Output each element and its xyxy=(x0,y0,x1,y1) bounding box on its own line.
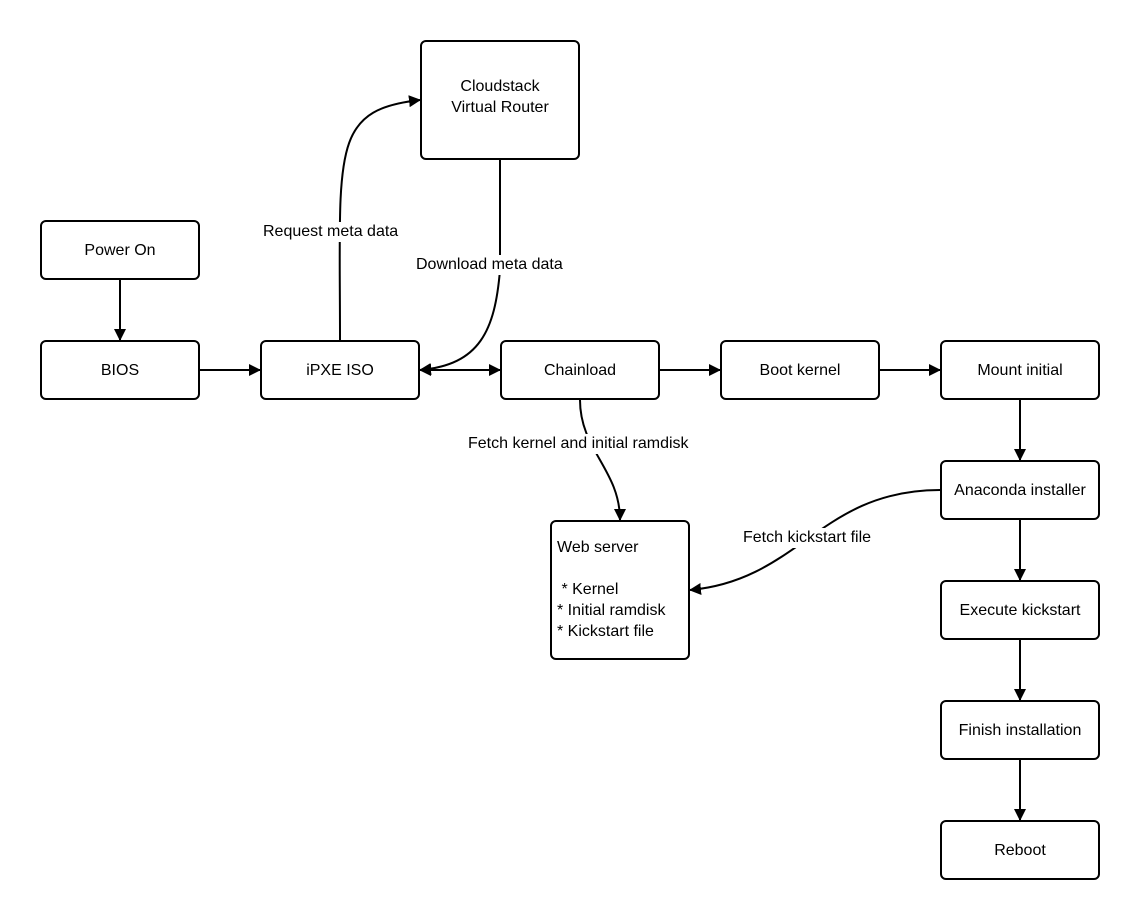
edge-label-request-meta: Request meta data xyxy=(261,222,401,242)
node-reboot[interactable]: Reboot xyxy=(940,820,1100,880)
node-label-line2: Virtual Router xyxy=(451,99,549,116)
node-ipxe-iso[interactable]: iPXE ISO xyxy=(260,340,420,400)
node-label: Execute kickstart xyxy=(959,601,1081,619)
node-label-line1: Cloudstack xyxy=(460,78,540,95)
node-label: Mount initial xyxy=(977,361,1063,379)
edge-ipxe-cloudstack xyxy=(338,95,421,341)
node-finish-installation[interactable]: Finish installation xyxy=(940,700,1100,760)
node-execute-kickstart[interactable]: Execute kickstart xyxy=(940,580,1100,640)
edge-label-download-meta: Download meta data xyxy=(414,255,565,275)
node-label: Anaconda installer xyxy=(954,481,1086,499)
node-anaconda-installer[interactable]: Anaconda installer xyxy=(940,460,1100,520)
node-boot-kernel[interactable]: Boot kernel xyxy=(720,340,880,400)
edge-chainload-webserver xyxy=(579,399,626,521)
edge-label-fetch-kernel: Fetch kernel and initial ramdisk xyxy=(466,434,691,454)
edge-label-fetch-kickstart: Fetch kickstart file xyxy=(741,528,874,548)
list-item-initial-ramdisk: * Initial ramdisk xyxy=(557,602,666,619)
node-title: Web server xyxy=(557,539,639,556)
node-power-on[interactable]: Power On xyxy=(40,220,200,280)
node-web-server[interactable]: Web server * Kernel * Initial ramdisk * … xyxy=(550,520,690,660)
node-label: Boot kernel xyxy=(759,361,841,379)
node-bios[interactable]: BIOS xyxy=(40,340,200,400)
node-chainload[interactable]: Chainload xyxy=(500,340,660,400)
list-item-kernel: * Kernel xyxy=(557,581,619,598)
node-label: Finish installation xyxy=(958,721,1082,739)
node-label: Chainload xyxy=(543,361,617,379)
list-item-kickstart-file: * Kickstart file xyxy=(557,623,654,640)
node-cloudstack-virtual-router[interactable]: Cloudstack Virtual Router xyxy=(420,40,580,160)
node-mount-initial[interactable]: Mount initial xyxy=(940,340,1100,400)
node-label: Reboot xyxy=(994,841,1046,859)
node-label: Power On xyxy=(84,241,156,259)
node-label: BIOS xyxy=(100,361,140,379)
node-label: iPXE ISO xyxy=(306,361,374,379)
